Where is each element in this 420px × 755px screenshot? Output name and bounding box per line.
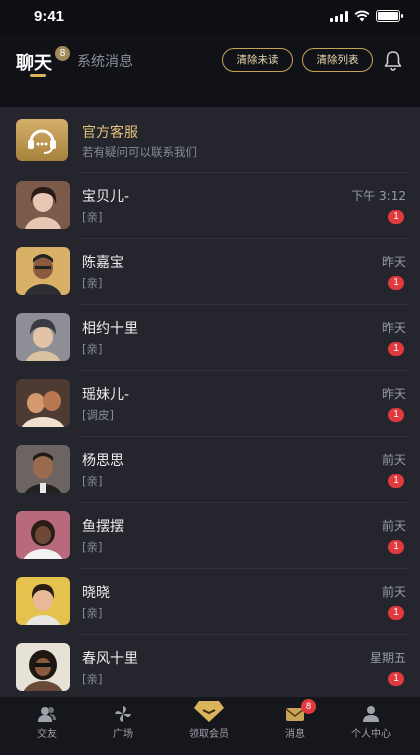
avatar [16,445,70,493]
message-time: 昨天 [381,321,406,335]
chat-badge: 8 [55,46,70,61]
tab-system-messages[interactable]: 系统消息 [77,51,133,71]
avatar [16,247,70,295]
tab-label: 广场 [113,729,133,740]
message-preview: [亲] [82,276,103,290]
message-preview: [亲] [82,672,103,686]
message-time: 前天 [381,585,406,599]
tab-get-membership[interactable]: 领取会员 [167,697,251,755]
contact-name: 春风十里 [82,651,138,667]
message-preview: [亲] [82,210,103,224]
unread-badge: 1 [388,276,404,290]
customer-service-subtitle: 若有疑问可以联系我们 [82,145,197,159]
bottom-tab-bar: 交友 广场 领取会员 8 消息 个人中心 [0,697,420,755]
conversation-row[interactable]: 陈嘉宝 [亲] 昨天 1 [0,239,420,305]
message-time: 前天 [381,519,406,533]
contact-name: 杨思思 [82,453,124,469]
conversation-list: 官方客服 若有疑问可以联系我们 宝贝儿- [亲] 下午 3:12 1 陈嘉宝 [… [0,107,420,697]
avatar [16,181,70,229]
message-time: 昨天 [381,387,406,401]
unread-badge: 1 [388,408,404,422]
wifi-icon [354,10,370,22]
avatar [16,511,70,559]
contact-name: 瑶妹儿- [82,387,130,403]
battery-icon [376,10,403,22]
tab-label: 消息 [285,729,305,740]
bell-icon[interactable] [383,50,403,72]
messages-badge: 8 [301,699,316,714]
message-preview: [调皮] [82,408,114,422]
customer-service-name: 官方客服 [82,125,138,141]
header: 聊天 8 系统消息 清除未读 清除列表 [0,34,420,107]
status-bar: 9:41 [0,0,420,34]
message-time: 前天 [381,453,406,467]
message-time: 昨天 [381,255,406,269]
contact-name: 晓晓 [82,585,110,601]
avatar [16,379,70,427]
message-preview: [亲] [82,342,103,356]
contact-name: 陈嘉宝 [82,255,124,271]
avatar [16,643,70,691]
person-icon [363,706,379,722]
unread-badge: 1 [388,606,404,620]
conversation-row[interactable]: 春风十里 [亲] 星期五 1 [0,635,420,697]
tab-label: 领取会员 [189,729,229,740]
tab-label: 交友 [37,729,57,740]
conversation-row[interactable]: 相约十里 [亲] 昨天 1 [0,305,420,371]
conversation-row[interactable]: 晓晓 [亲] 前天 1 [0,569,420,635]
gem-icon [194,701,224,722]
message-preview: [亲] [82,540,103,554]
conversation-row[interactable]: 瑶妹儿- [调皮] 昨天 1 [0,371,420,437]
unread-badge: 1 [388,210,404,224]
tab-chat[interactable]: 聊天 [16,49,52,75]
message-preview: [亲] [82,606,103,620]
tab-messages[interactable]: 8 消息 [253,697,337,755]
avatar [16,313,70,361]
message-preview: [亲] [82,474,103,488]
unread-badge: 1 [388,540,404,554]
unread-badge: 1 [388,474,404,488]
tab-profile[interactable]: 个人中心 [329,697,413,755]
status-icons [330,10,403,22]
customer-service-row[interactable]: 官方客服 若有疑问可以联系我们 [0,107,420,173]
clear-list-button[interactable]: 清除列表 [302,48,373,72]
status-time: 9:41 [34,8,65,25]
message-time: 星期五 [369,651,406,665]
tab-friends[interactable]: 交友 [5,697,89,755]
conversation-row[interactable]: 鱼摆摆 [亲] 前天 1 [0,503,420,569]
headset-icon [16,119,68,161]
tab-chat-indicator [30,74,46,77]
contact-name: 鱼摆摆 [82,519,124,535]
conversation-row[interactable]: 杨思思 [亲] 前天 1 [0,437,420,503]
conversation-row[interactable]: 宝贝儿- [亲] 下午 3:12 1 [0,173,420,239]
tab-label: 个人中心 [351,729,391,740]
avatar [16,577,70,625]
clear-unread-button[interactable]: 清除未读 [222,48,293,72]
pinwheel-icon [115,706,131,722]
tab-square[interactable]: 广场 [81,697,165,755]
unread-badge: 1 [388,672,404,686]
contact-name: 相约十里 [82,321,138,337]
signal-icon [330,10,348,22]
unread-badge: 1 [388,342,404,356]
people-icon [38,707,56,722]
message-time: 下午 3:12 [351,189,406,203]
contact-name: 宝贝儿- [82,189,130,205]
